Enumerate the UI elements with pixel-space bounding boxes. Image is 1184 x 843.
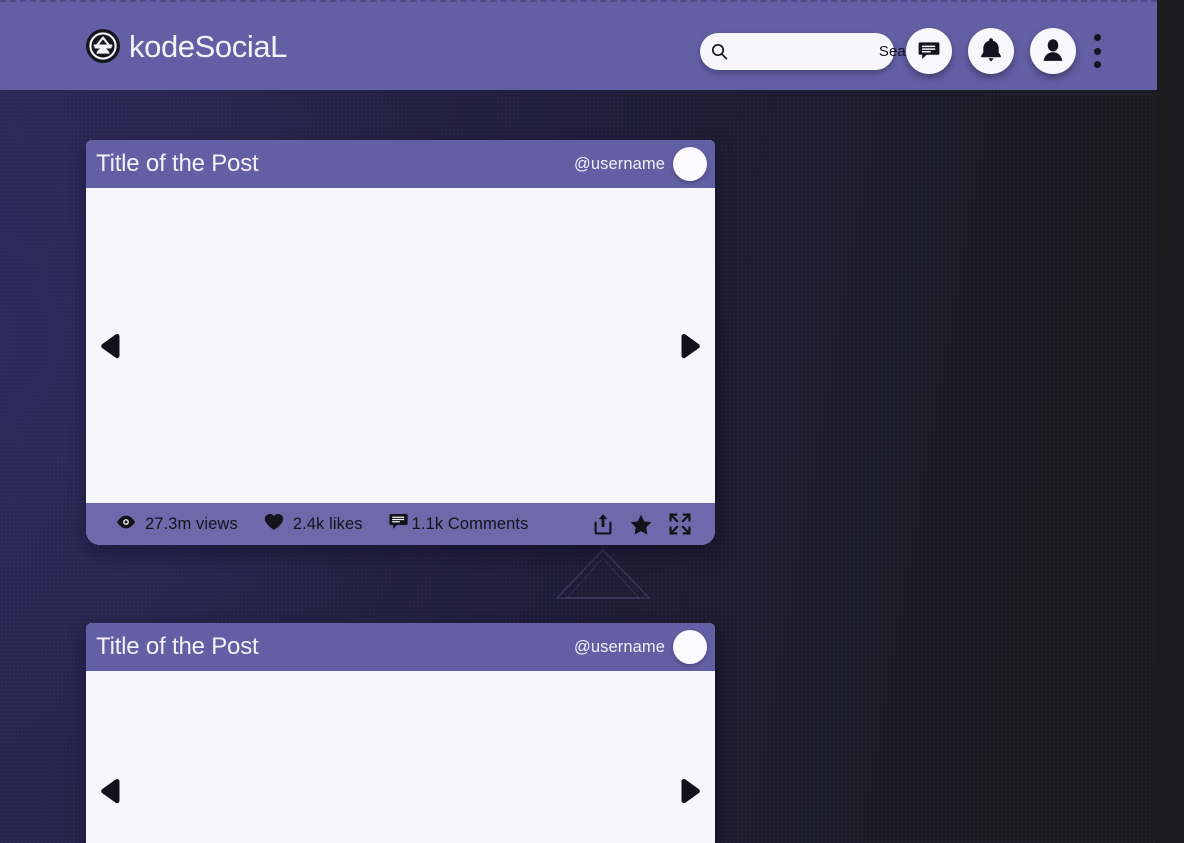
search-input[interactable] — [728, 43, 929, 60]
post-media-carousel[interactable] — [86, 188, 715, 503]
triangle-right-icon — [681, 333, 700, 358]
post-stats-bar: 27.3m views 2.4k likes 1.1k Comments — [86, 503, 715, 545]
app-header: kodeSociaL — [0, 0, 1157, 90]
expand-button[interactable] — [669, 513, 691, 535]
share-button[interactable] — [593, 513, 613, 535]
carousel-next-button[interactable] — [678, 778, 702, 804]
brand-logo[interactable]: kodeSociaL — [86, 29, 287, 63]
eye-icon — [116, 515, 136, 534]
favorite-button[interactable] — [630, 514, 652, 535]
comment-icon — [388, 513, 408, 536]
right-edge-panel — [1157, 0, 1184, 843]
avatar[interactable] — [673, 147, 707, 181]
post-author[interactable]: @username — [574, 630, 707, 664]
notifications-button[interactable] — [968, 28, 1014, 74]
messages-button[interactable] — [906, 28, 952, 74]
triangle-right-icon — [681, 778, 700, 804]
stat-likes-label: 2.4k likes — [292, 514, 363, 533]
post-card: Title of the Post @username — [86, 623, 715, 843]
three-dots-vertical-icon — [1093, 34, 1101, 41]
stat-views[interactable]: 27.3m views — [116, 515, 238, 534]
post-title: Title of the Post — [96, 633, 259, 660]
fullscreen-expand-icon — [669, 513, 691, 535]
post-action-group — [593, 513, 705, 535]
post-media-carousel[interactable] — [86, 671, 715, 843]
stat-views-label: 27.3m views — [145, 514, 238, 533]
share-upload-icon — [594, 514, 612, 535]
post-card: Title of the Post @username — [86, 140, 715, 545]
chat-bubble-icon — [917, 38, 941, 65]
brand-name: kodeSociaL — [129, 28, 288, 64]
stat-likes[interactable]: 2.4k likes — [264, 513, 363, 536]
post-username: @username — [573, 637, 665, 656]
stat-comments-label: 1.1k Comments — [411, 514, 529, 533]
carousel-prev-button[interactable] — [99, 778, 123, 804]
post-username: @username — [573, 154, 665, 173]
post-title: Title of the Post — [96, 150, 259, 177]
search-icon — [711, 43, 728, 60]
post-header: Title of the Post @username — [86, 623, 715, 671]
post-feed: Title of the Post @username 27.3m views … — [86, 140, 716, 843]
triangle-left-icon — [101, 333, 120, 358]
post-author[interactable]: @username — [574, 147, 707, 181]
post-header: Title of the Post @username — [86, 140, 715, 188]
profile-button[interactable] — [1030, 28, 1076, 74]
avatar[interactable] — [673, 630, 707, 664]
kodesocial-logo-icon — [86, 29, 120, 63]
stat-comments[interactable]: 1.1k Comments — [388, 513, 529, 536]
bell-icon — [979, 37, 1003, 66]
carousel-next-button[interactable] — [678, 333, 702, 359]
carousel-prev-button[interactable] — [99, 333, 123, 359]
user-avatar-icon — [1041, 38, 1065, 65]
triangle-left-icon — [101, 778, 120, 804]
search-bar[interactable] — [700, 33, 929, 70]
star-icon — [630, 514, 652, 534]
overflow-menu-button[interactable] — [1088, 32, 1106, 70]
heart-icon — [264, 513, 284, 536]
